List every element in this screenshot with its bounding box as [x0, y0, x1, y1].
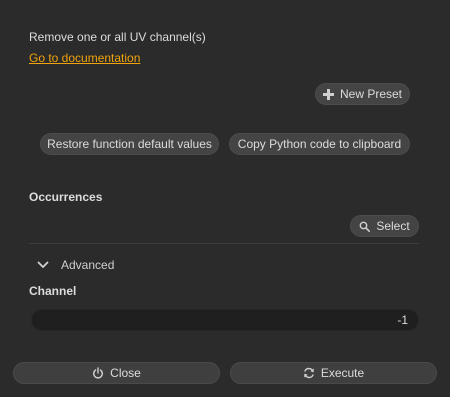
- select-label: Select: [376, 219, 410, 233]
- uv-channel-panel: Remove one or all UV channel(s) Go to do…: [0, 0, 450, 397]
- plus-icon: [322, 88, 334, 100]
- close-label: Close: [110, 366, 141, 380]
- restore-defaults-button[interactable]: Restore function default values: [40, 133, 219, 155]
- channel-value: -1: [397, 313, 408, 327]
- section-divider: [29, 243, 419, 244]
- copy-python-button[interactable]: Copy Python code to clipboard: [229, 133, 410, 155]
- function-description: Remove one or all UV channel(s): [29, 30, 206, 44]
- new-preset-button[interactable]: New Preset: [315, 83, 410, 105]
- close-button[interactable]: Close: [13, 362, 220, 384]
- power-icon: [92, 367, 104, 379]
- occurrences-title: Occurrences: [29, 190, 103, 204]
- select-occurrences-button[interactable]: Select: [350, 215, 419, 237]
- execute-label: Execute: [320, 366, 365, 380]
- copy-python-label: Copy Python code to clipboard: [237, 137, 402, 151]
- search-icon: [359, 221, 371, 232]
- channel-input[interactable]: -1: [31, 309, 419, 331]
- advanced-toggle[interactable]: Advanced: [29, 255, 419, 275]
- advanced-label: Advanced: [61, 258, 115, 272]
- execute-button[interactable]: Execute: [230, 362, 437, 384]
- chevron-down-icon: [31, 261, 55, 269]
- restore-defaults-label: Restore function default values: [47, 137, 212, 151]
- new-preset-label: New Preset: [339, 87, 403, 101]
- channel-title: Channel: [29, 284, 77, 298]
- refresh-icon: [303, 367, 315, 379]
- documentation-link[interactable]: Go to documentation: [29, 51, 140, 65]
